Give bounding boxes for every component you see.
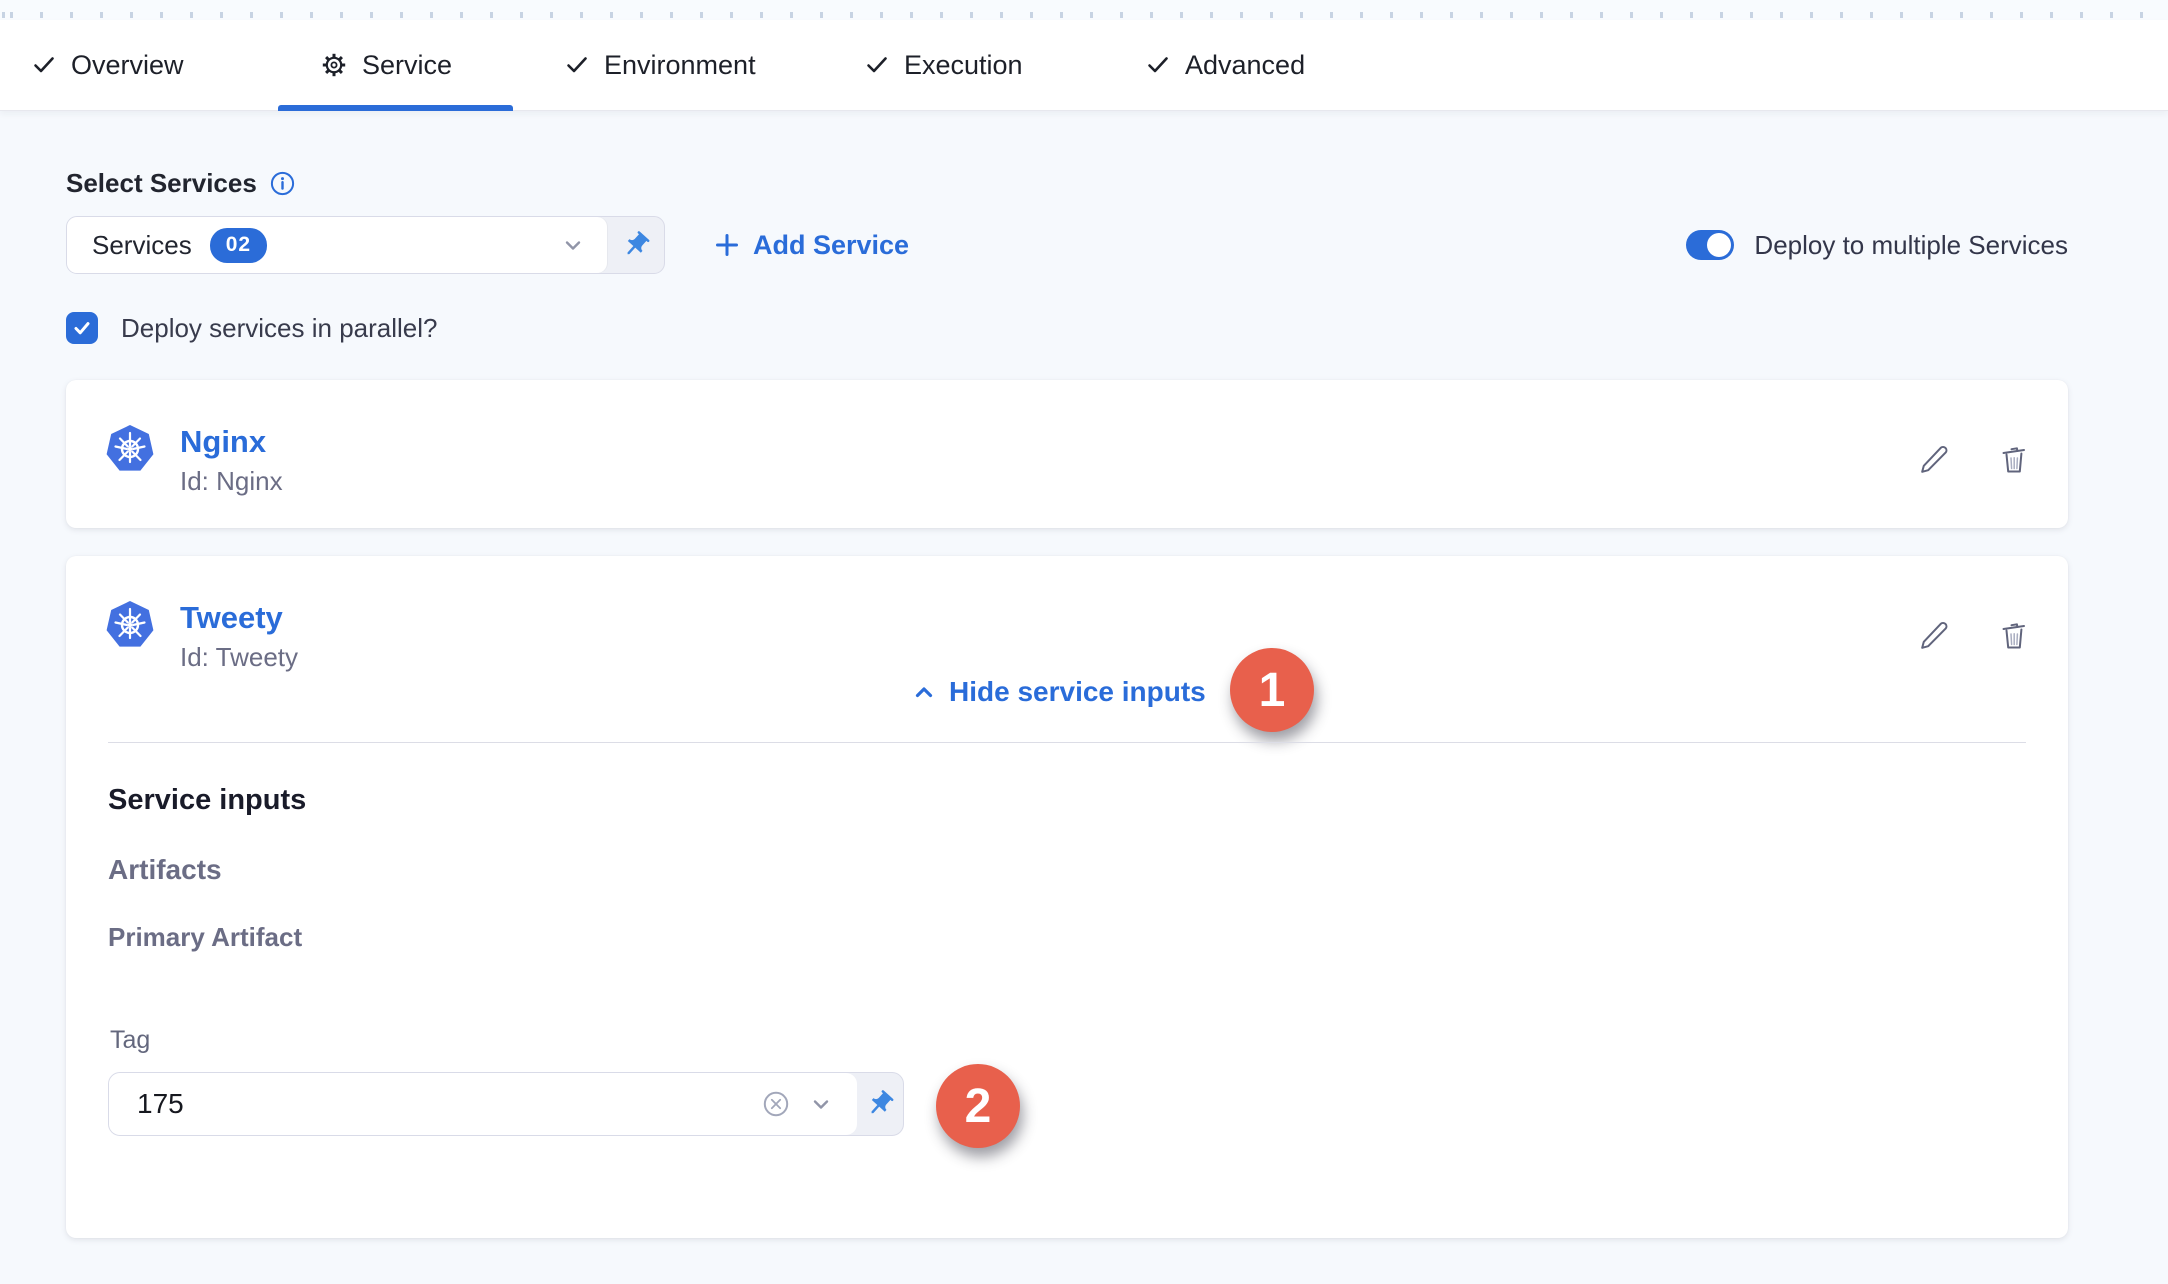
delete-service-button[interactable] xyxy=(1996,442,2032,478)
service-config-page: Overview Service xyxy=(0,0,2168,1284)
tag-input-group xyxy=(108,1072,904,1136)
chevron-down-icon[interactable] xyxy=(559,231,587,259)
tab-label: Overview xyxy=(71,50,184,81)
clear-tag-button[interactable] xyxy=(761,1089,791,1119)
service-card-nginx: Nginx Id: Nginx xyxy=(66,380,2068,528)
service-card-actions xyxy=(1916,442,2032,478)
chevron-down-icon xyxy=(807,1090,835,1118)
tab-environment[interactable]: Environment xyxy=(564,20,756,110)
service-card-tweety: Tweety Id: Tweety xyxy=(66,556,2068,1238)
add-service-button[interactable]: Add Service xyxy=(714,216,909,274)
trash-icon xyxy=(1996,442,2032,478)
gear-icon xyxy=(320,51,348,79)
services-count-badge: 02 xyxy=(210,228,267,263)
primary-artifact-label: Primary Artifact xyxy=(108,922,302,953)
annotation-badge-2: 2 xyxy=(936,1064,1020,1148)
pencil-icon xyxy=(1916,618,1952,654)
services-dropdown[interactable]: Services 02 xyxy=(66,216,665,274)
active-tab-underline xyxy=(278,105,513,111)
tag-input-field xyxy=(109,1073,857,1135)
pencil-icon xyxy=(1916,442,1952,478)
add-service-label: Add Service xyxy=(753,230,909,261)
panel-divider xyxy=(108,742,2026,743)
service-name-link[interactable]: Nginx xyxy=(180,424,283,460)
check-icon xyxy=(864,52,890,78)
kubernetes-icon xyxy=(106,600,154,673)
kubernetes-icon xyxy=(106,424,154,497)
service-inputs-heading: Service inputs xyxy=(108,784,306,817)
tag-input[interactable] xyxy=(137,1088,745,1120)
service-card-text: Nginx Id: Nginx xyxy=(180,424,283,497)
check-icon xyxy=(564,52,590,78)
pin-icon xyxy=(621,230,651,260)
tab-label: Advanced xyxy=(1185,50,1305,81)
chevron-up-icon xyxy=(912,680,936,704)
check-icon xyxy=(72,318,92,338)
tag-label: Tag xyxy=(110,1026,150,1055)
tab-label: Service xyxy=(362,50,452,81)
trash-icon xyxy=(1996,618,2032,654)
service-card-actions xyxy=(1916,618,2032,654)
artifacts-heading: Artifacts xyxy=(108,854,222,886)
deploy-parallel-label: Deploy services in parallel? xyxy=(121,313,437,344)
pipeline-canvas-dot-strip xyxy=(0,0,2168,20)
hide-service-inputs-link[interactable]: Hide service inputs xyxy=(912,676,1206,708)
deploy-multiple-row: Deploy to multiple Services xyxy=(1686,216,2068,274)
annotation-badge-1: 1 xyxy=(1230,648,1314,732)
edit-service-button[interactable] xyxy=(1916,442,1952,478)
tab-overview[interactable]: Overview xyxy=(31,20,184,110)
tab-advanced[interactable]: Advanced xyxy=(1145,20,1305,110)
edit-service-button[interactable] xyxy=(1916,618,1952,654)
plus-icon xyxy=(714,232,740,258)
deploy-multiple-label: Deploy to multiple Services xyxy=(1754,230,2068,261)
circle-x-icon xyxy=(761,1089,791,1119)
services-dropdown-value: Services xyxy=(92,230,192,261)
toggle-knob xyxy=(1707,233,1731,257)
tag-dropdown-chevron[interactable] xyxy=(807,1090,835,1118)
select-services-label: Select Services xyxy=(66,168,257,199)
service-card-header: Tweety Id: Tweety xyxy=(106,600,298,673)
tab-execution[interactable]: Execution xyxy=(864,20,1023,110)
info-icon[interactable] xyxy=(269,170,296,197)
select-services-label-row: Select Services xyxy=(66,168,296,199)
deploy-parallel-checkbox[interactable] xyxy=(66,312,98,344)
delete-service-button[interactable] xyxy=(1996,618,2032,654)
services-dropdown-field[interactable]: Services 02 xyxy=(67,217,607,273)
stage-setup-tabbar: Overview Service xyxy=(0,20,2168,111)
check-icon xyxy=(1145,52,1171,78)
service-card-header: Nginx Id: Nginx xyxy=(106,424,283,497)
tab-label: Execution xyxy=(904,50,1023,81)
service-name-link[interactable]: Tweety xyxy=(180,600,298,636)
tab-service[interactable]: Service xyxy=(320,20,452,110)
service-id-label: Id: Tweety xyxy=(180,642,298,673)
tab-label: Environment xyxy=(604,50,756,81)
pin-icon xyxy=(865,1089,895,1119)
tag-pin-button[interactable] xyxy=(857,1073,903,1135)
service-card-text: Tweety Id: Tweety xyxy=(180,600,298,673)
deploy-multiple-toggle[interactable] xyxy=(1686,230,1734,260)
check-icon xyxy=(31,52,57,78)
service-id-label: Id: Nginx xyxy=(180,466,283,497)
deploy-parallel-row: Deploy services in parallel? xyxy=(66,312,437,344)
services-pin-button[interactable] xyxy=(607,217,664,273)
hide-service-inputs-label: Hide service inputs xyxy=(949,676,1206,708)
